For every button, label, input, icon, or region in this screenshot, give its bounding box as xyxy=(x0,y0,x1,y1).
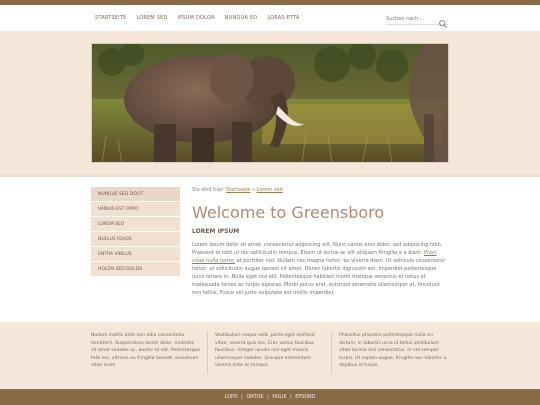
footer-column-1: Nullam mattis ante non odio consectetur … xyxy=(91,333,201,368)
sidebar-item-label: Entra vibilus xyxy=(98,251,132,257)
nav-item-nunqua-ed[interactable]: Nunqua ed xyxy=(225,15,258,21)
sidebar-nav: Nunque sed dolit Vanius est oppo Lorem s… xyxy=(91,187,180,277)
footer-column-2: Vestibulum neque velit, porta eget eleif… xyxy=(215,333,315,368)
header: Startseite Lorem sed Ipsum dolor Nunqua … xyxy=(0,5,540,31)
breadcrumb-separator: » xyxy=(251,187,256,193)
sidebar-item-label: Vanius est oppo xyxy=(98,206,139,212)
hero-image-elephant xyxy=(91,43,449,163)
search-input[interactable] xyxy=(386,14,434,24)
footer-divider-2 xyxy=(331,332,332,374)
sidebar-item-5[interactable]: Entra vibilus xyxy=(91,247,180,262)
page-title: Welcome to Greensboro xyxy=(192,203,385,222)
search-box xyxy=(386,14,448,28)
nav-item-lorem-sed[interactable]: Lorem sed xyxy=(136,15,167,21)
sidebar-item-label: Nullus iquos xyxy=(98,236,132,242)
sidebar-item-1[interactable]: Nunque sed dolit xyxy=(91,187,180,202)
bottom-link-separator: | xyxy=(241,394,243,400)
nav-item-ipsum-dolor[interactable]: Ipsum dolor xyxy=(178,15,215,21)
bottom-link-separator: | xyxy=(290,394,292,400)
bottom-bar: Lopo | Ontok | Hulik | Epsond xyxy=(0,389,540,405)
nav-item-startseite[interactable]: Startseite xyxy=(95,15,126,21)
nav-item-loras-etta[interactable]: Loras etta xyxy=(267,15,299,21)
body-text-part-1: Lorem ipsum dolor sit amet, consectetur … xyxy=(192,242,443,256)
section-title: Lorem ipsum xyxy=(192,228,240,235)
sidebar-item-label: Holem sed dolda xyxy=(98,266,143,272)
footer-divider-1 xyxy=(207,332,208,374)
bottom-link-separator: | xyxy=(267,394,269,400)
hero-section xyxy=(0,31,540,178)
footer-column-3: Phasellus pharetra pellentesque nulla eu… xyxy=(339,333,448,368)
breadcrumb-current-link[interactable]: Lorem sed xyxy=(257,187,283,193)
bottom-links: Lopo | Ontok | Hulik | Epsond xyxy=(225,395,316,400)
sidebar-item-label: Lorem sed xyxy=(98,221,125,227)
breadcrumb: Sie sind hier: Startseite » Lorem sed xyxy=(192,187,448,193)
footer-columns: Nullam mattis ante non odio consectetur … xyxy=(0,322,540,389)
bottom-link-epsond[interactable]: Epsond xyxy=(295,395,315,400)
breadcrumb-prefix: Sie sind hier: xyxy=(192,187,225,193)
sidebar-item-4[interactable]: Nullus iquos xyxy=(91,232,180,247)
body-paragraph: Lorem ipsum dolor sit amet, consectetur … xyxy=(192,241,448,297)
search-icon[interactable] xyxy=(438,14,448,28)
main-content: Sie sind hier: Startseite » Lorem sed We… xyxy=(192,187,448,297)
bottom-link-lopo[interactable]: Lopo xyxy=(225,395,238,400)
sidebar-item-6[interactable]: Holem sed dolda xyxy=(91,262,180,277)
sidebar-item-label: Nunque sed dolit xyxy=(98,191,144,197)
main-nav: Startseite Lorem sed Ipsum dolor Nunqua … xyxy=(95,15,300,21)
sidebar-item-3[interactable]: Lorem sed xyxy=(91,217,180,232)
breadcrumb-home-link[interactable]: Startseite xyxy=(226,187,250,193)
bottom-link-hulik[interactable]: Hulik xyxy=(272,395,286,400)
content-area: Nunque sed dolit Vanius est oppo Lorem s… xyxy=(0,177,540,322)
sidebar-item-2[interactable]: Vanius est oppo xyxy=(91,202,180,217)
bottom-link-ontok[interactable]: Ontok xyxy=(246,395,263,400)
